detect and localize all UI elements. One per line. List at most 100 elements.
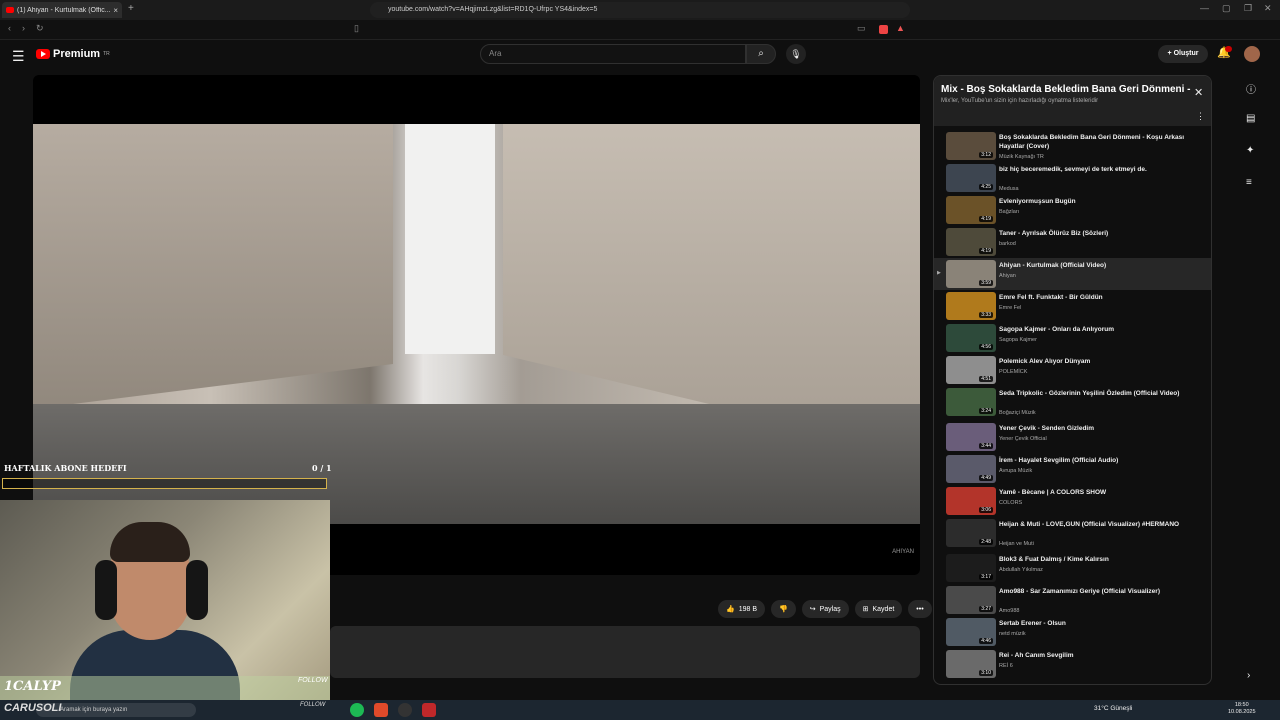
playlist-item-title[interactable]: biz hiç beceremedik, sevmeyi de terk etm… [999, 165, 1199, 174]
window-close-icon[interactable]: ✕ [1264, 3, 1272, 14]
brave-shield-icon[interactable] [879, 25, 888, 34]
playlist-item-channel[interactable]: Avrupa Müzik [999, 468, 1032, 474]
reload-icon[interactable]: ↻ [36, 23, 44, 34]
playlist-thumbnail[interactable]: 3:44 [946, 423, 996, 451]
playlist-item[interactable]: 4:19 Evleniyormuşsun Bugün Bağzları [934, 194, 1211, 226]
playlist-item-title[interactable]: Rei - Ah Canım Sevgilim [999, 651, 1199, 660]
weather-widget[interactable]: 31°C Güneşli [1094, 705, 1132, 712]
playlist-item[interactable]: 4:51 Polemick Alev Alıyor Dünyam POLEMİCK [934, 354, 1211, 386]
playlist-thumbnail[interactable]: 3:33 [946, 292, 996, 320]
playlist-item-channel[interactable]: Abdullah Yıkılmaz [999, 567, 1043, 573]
playlist-item-title[interactable]: Yener Çevik - Senden Gizledim [999, 424, 1199, 433]
playlist-item-channel[interactable]: COLORS [999, 500, 1022, 506]
microphone-icon[interactable]: 🎙 [786, 44, 806, 64]
hamburger-menu-icon[interactable]: ☰ [12, 48, 25, 65]
search-icon[interactable]: ⌕ [746, 44, 776, 64]
playlist-item-channel[interactable]: Sagopa Kajmer [999, 337, 1037, 343]
description-box[interactable] [330, 626, 920, 678]
streaming-app-icon[interactable] [422, 703, 436, 717]
playlist-item-title[interactable]: Heijan & Muti - LOVE,GUN (Official Visua… [999, 520, 1199, 529]
playlist-item-title[interactable]: Sagopa Kajmer - Onları da Anlıyorum [999, 325, 1199, 334]
playlist-item[interactable]: 3:44 Yener Çevik - Senden Gizledim Yener Ç… [934, 421, 1211, 453]
info-icon[interactable]: ⓘ [1246, 81, 1256, 96]
playlist-item[interactable]: 4:19 Taner - Ayrılsak Ölürüz Biz (Sözleri… [934, 226, 1211, 258]
playlist-thumbnail[interactable]: 3:17 [946, 554, 996, 582]
brave-browser-icon[interactable] [374, 703, 388, 717]
playlist-item[interactable]: 3:06 Yamê - Bècane | A COLORS SHOW COLORS [934, 485, 1211, 517]
cast-icon[interactable]: ▭ [857, 23, 866, 34]
playlist-item-title[interactable]: Boş Sokaklarda Bekledim Bana Geri Dönmen… [999, 133, 1199, 151]
playlist-item-title[interactable]: Taner - Ayrılsak Ölürüz Biz (Sözleri) [999, 229, 1199, 238]
chat-icon[interactable]: ▤ [1246, 113, 1255, 124]
playlist-item-channel[interactable]: REİ 6 [999, 663, 1013, 669]
window-restore-icon[interactable]: ❐ [1244, 3, 1252, 14]
browser-tab[interactable]: (1) Ahiyan - Kurtulmak (Offic... × [2, 2, 122, 18]
playlist-thumbnail[interactable]: 3:59 [946, 260, 996, 288]
avatar[interactable] [1244, 46, 1260, 62]
playlist-item[interactable]: 3:12 Boş Sokaklarda Bekledim Bana Geri Dö… [934, 130, 1211, 162]
close-icon[interactable]: ✕ [1194, 86, 1203, 99]
playlist-thumbnail[interactable]: 4:56 [946, 324, 996, 352]
rewards-icon[interactable]: ▲ [896, 23, 905, 33]
playlist-item[interactable]: 4:56 Sagopa Kajmer - Onları da Anlıyorum S… [934, 322, 1211, 354]
playlist-icon[interactable]: ≡ [1246, 177, 1252, 188]
dislike-button[interactable]: 👎 [771, 600, 796, 618]
playlist-item-channel[interactable]: Medusa [999, 186, 1019, 192]
save-button[interactable]: ⊞ Kaydet [854, 600, 903, 618]
playlist-item[interactable]: 3:33 Emre Fel ft. Funktakt - Bir Güldün Em… [934, 290, 1211, 322]
address-bar[interactable]: youtube.com/watch?v=AHqjimzLzg&list=RD1Q… [370, 2, 910, 18]
playlist-item-title[interactable]: Seda Tripkolic - Gözlerinin Yeşilini Özl… [999, 389, 1199, 398]
playlist-item[interactable]: 2:48 Heijan & Muti - LOVE,GUN (Official V… [934, 517, 1211, 549]
playlist-thumbnail[interactable]: 4:25 [946, 164, 996, 192]
playlist-item-title[interactable]: Sertab Erener - Olsun [999, 619, 1199, 628]
playlist-item[interactable]: 3:17 Blok3 & Fuat Dalmış / Kime Kalırsın A… [934, 552, 1211, 584]
playlist-item-channel[interactable]: Ahiyan [999, 273, 1016, 279]
playlist-item-title[interactable]: Amo988 - Sar Zamanımızı Geriye (Official… [999, 587, 1199, 596]
playlist-item-channel[interactable]: Bağzları [999, 209, 1019, 215]
playlist-thumbnail[interactable]: 3:27 [946, 586, 996, 614]
playlist-item-channel[interactable]: Yener Çevik Official [999, 436, 1047, 442]
playlist-thumbnail[interactable]: 4:51 [946, 356, 996, 384]
playlist-item[interactable]: ▶ 3:59 Ahiyan - Kurtulmak (Official Video)… [934, 258, 1211, 290]
playlist-item-title[interactable]: İrem - Hayalet Sevgilim (Official Audio) [999, 456, 1199, 465]
playlist-item-channel[interactable]: Müzik Kaynağı TR [999, 154, 1044, 160]
playlist-item-channel[interactable]: Boğaziçi Müzik [999, 410, 1036, 416]
create-button[interactable]: + Oluştur [1158, 45, 1208, 63]
playlist-item-title[interactable]: Ahiyan - Kurtulmak (Official Video) [999, 261, 1199, 270]
playlist-item-channel[interactable]: barkod [999, 241, 1016, 247]
playlist-item-title[interactable]: Emre Fel ft. Funktakt - Bir Güldün [999, 293, 1199, 302]
new-tab-button[interactable]: + [128, 3, 134, 14]
window-minimize-icon[interactable]: — [1200, 3, 1209, 13]
playlist-item-title[interactable]: Polemick Alev Alıyor Dünyam [999, 357, 1199, 366]
playlist-item-title[interactable]: Yamê - Bècane | A COLORS SHOW [999, 488, 1199, 497]
playlist-title[interactable]: Mix - Boş Sokaklarda Bekledim Bana Geri … [941, 84, 1191, 95]
back-icon[interactable]: ‹ [8, 23, 11, 33]
bookmark-icon[interactable]: ▯ [354, 23, 359, 34]
playlist-item-channel[interactable]: Heijan ve Muti [999, 541, 1034, 547]
playlist-thumbnail[interactable]: 3:24 [946, 388, 996, 416]
like-button[interactable]: 👍 198 B [718, 600, 766, 618]
sparkle-icon[interactable]: ✦ [1246, 145, 1254, 156]
more-vert-icon[interactable]: ⋮ [1196, 111, 1205, 122]
playlist-item[interactable]: 3:24 Seda Tripkolic - Gözlerinin Yeşilini… [934, 386, 1211, 418]
tab-close-icon[interactable]: × [113, 6, 118, 15]
playlist-thumbnail[interactable]: 4:49 [946, 455, 996, 483]
window-maximize-icon[interactable]: ▢ [1222, 3, 1231, 14]
forward-icon[interactable]: › [22, 23, 25, 33]
playlist-thumbnail[interactable]: 3:12 [946, 132, 996, 160]
playlist-item-channel[interactable]: netd müzik [999, 631, 1026, 637]
playlist-thumbnail[interactable]: 4:19 [946, 196, 996, 224]
playlist-item-title[interactable]: Blok3 & Fuat Dalmış / Kime Kalırsın [999, 555, 1199, 564]
youtube-logo[interactable]: Premium TR [36, 48, 110, 60]
playlist-thumbnail[interactable]: 4:19 [946, 228, 996, 256]
chevron-right-icon[interactable]: › [1247, 670, 1250, 681]
playlist-item[interactable]: 4:46 Sertab Erener - Olsun netd müzik [934, 616, 1211, 648]
playlist-item[interactable]: 4:25 biz hiç beceremedik, sevmeyi de terk… [934, 162, 1211, 194]
playlist-item-title[interactable]: Evleniyormuşsun Bugün [999, 197, 1199, 206]
obs-icon[interactable] [398, 703, 412, 717]
search-input[interactable]: Ara [480, 44, 746, 64]
playlist-item-channel[interactable]: Emre Fel [999, 305, 1021, 311]
more-actions-button[interactable]: ••• [908, 600, 932, 618]
playlist-item-channel[interactable]: Amo988 [999, 608, 1020, 614]
spotify-icon[interactable] [350, 703, 364, 717]
